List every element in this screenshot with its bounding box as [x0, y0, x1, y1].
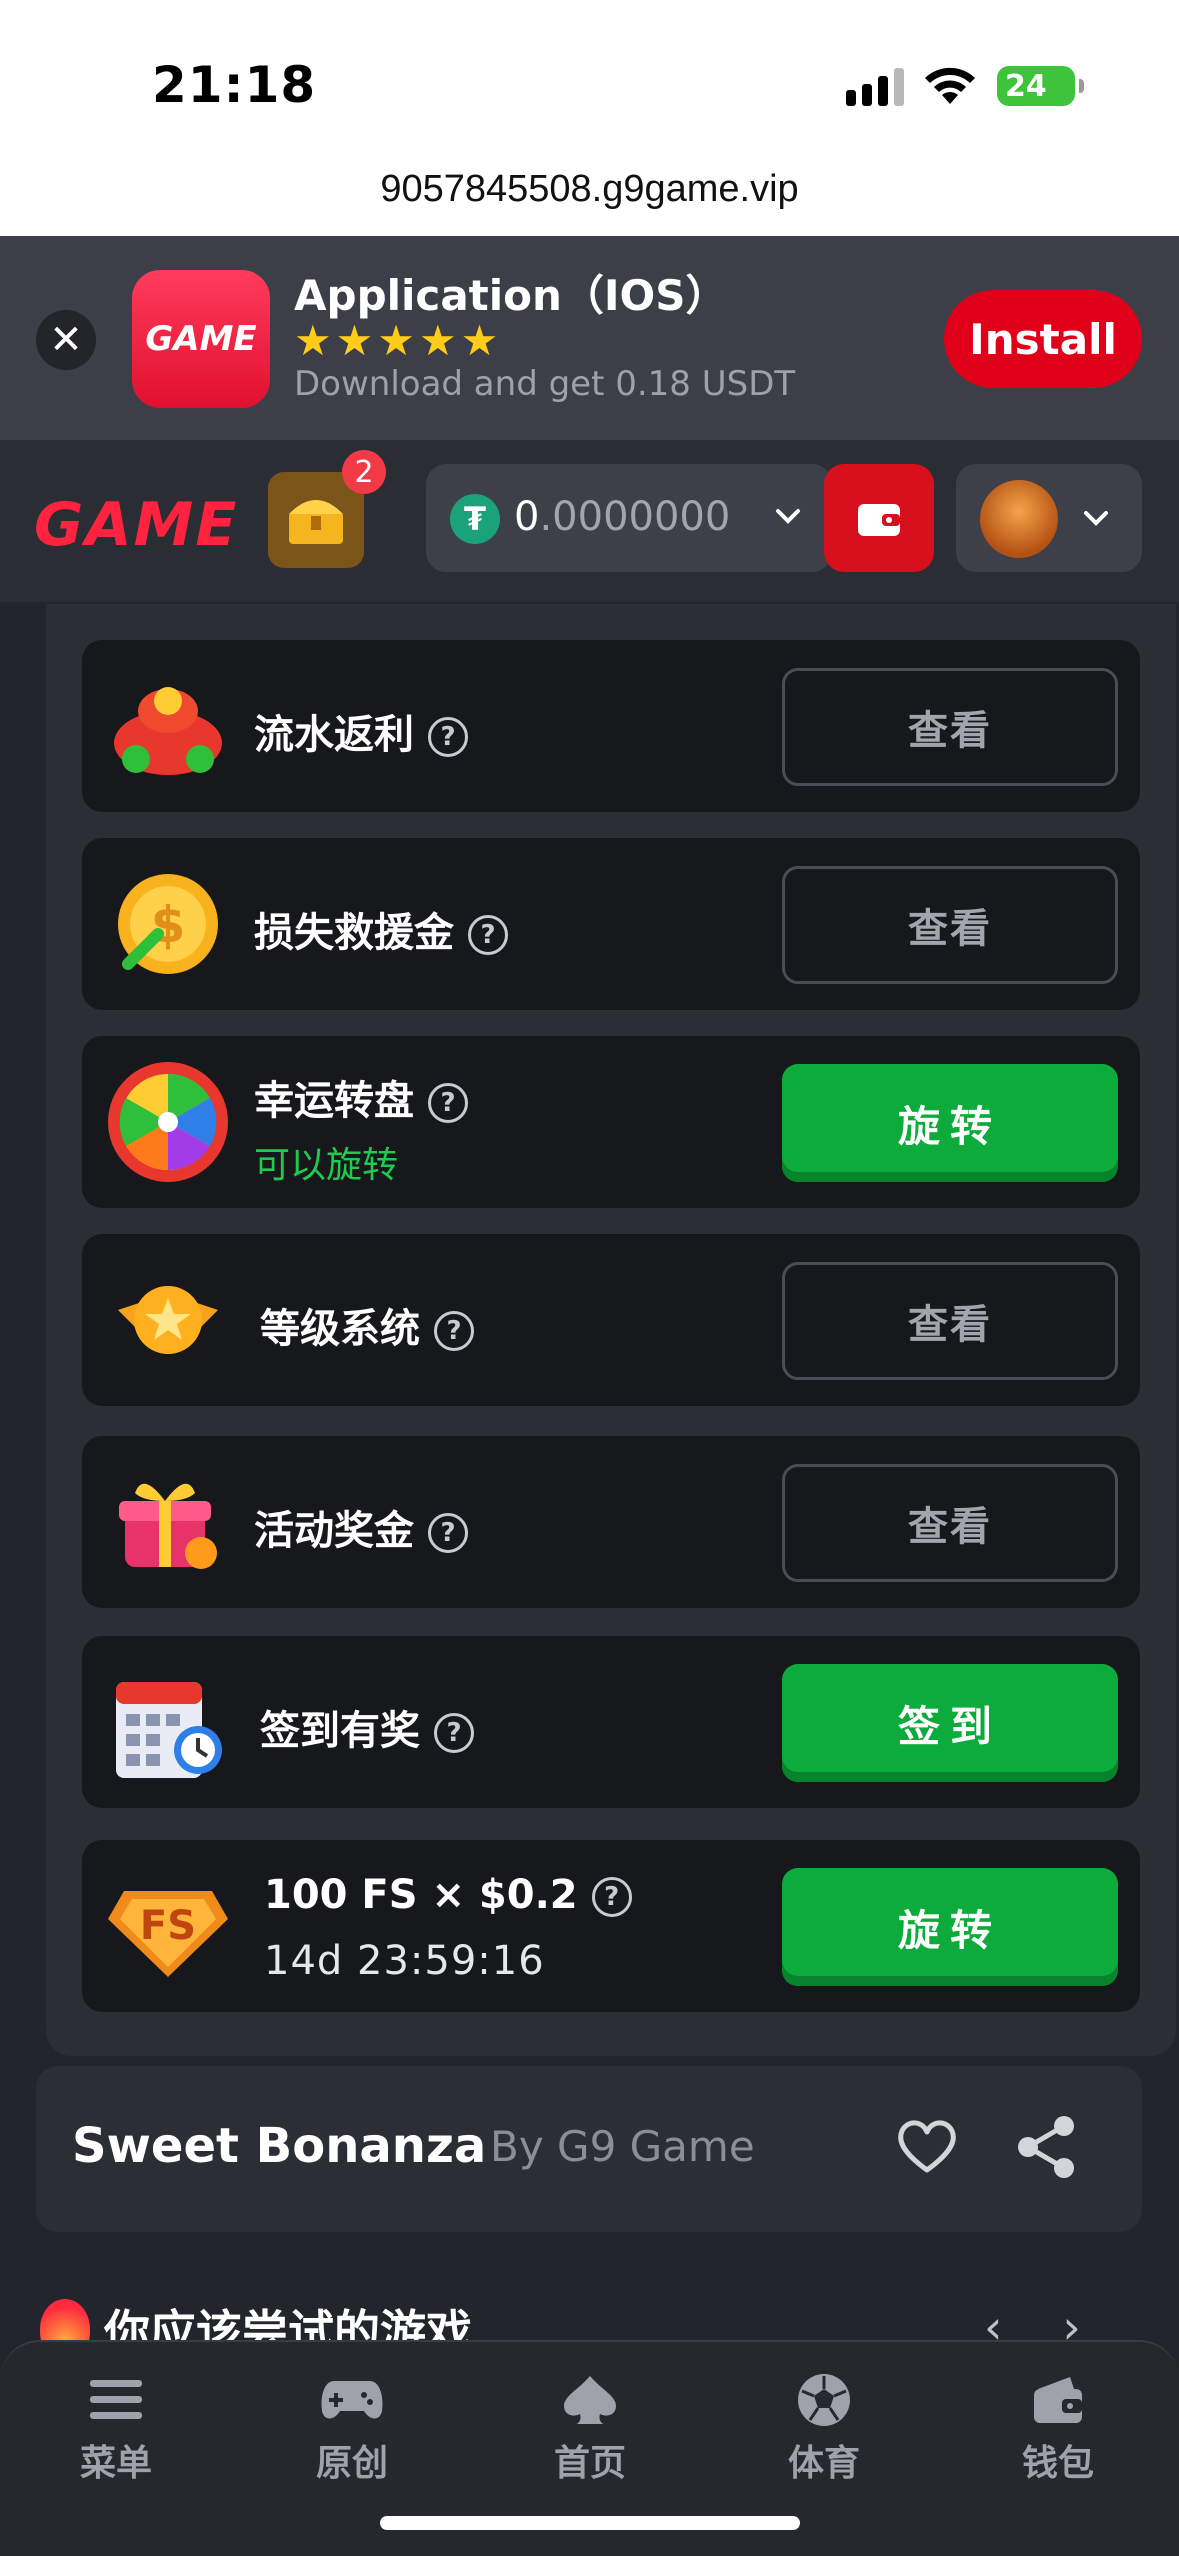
- rebate-row: 流水返利? 查看: [82, 640, 1140, 812]
- nav-item-wallet[interactable]: 钱包: [978, 2370, 1138, 2486]
- nav-label: 钱包: [1021, 2443, 1094, 2484]
- spin-wheel-button[interactable]: 旋转: [782, 1064, 1118, 1182]
- treasure-chest-icon: [289, 500, 343, 544]
- row-label: 幸运转盘: [254, 1078, 414, 1124]
- nav-item-home[interactable]: 首页: [510, 2370, 670, 2486]
- lucky-wheel-row: 幸运转盘? 可以旋转 旋转: [82, 1036, 1140, 1208]
- row-label: 活动奖金: [254, 1508, 414, 1554]
- level-system-row: 等级系统? 查看: [82, 1234, 1140, 1406]
- help-icon[interactable]: ?: [428, 717, 468, 757]
- site-header: GAME 2 ₮ 0.0000000: [0, 440, 1179, 602]
- app-title: Application（IOS）: [294, 271, 728, 320]
- spade-icon: [564, 2376, 616, 2424]
- row-label: 签到有奖: [260, 1708, 420, 1754]
- wallet-icon: [858, 504, 900, 536]
- help-icon[interactable]: ?: [428, 1083, 468, 1123]
- heart-icon[interactable]: [894, 2116, 960, 2176]
- help-icon[interactable]: ?: [428, 1513, 468, 1553]
- menu-icon: [90, 2380, 142, 2419]
- cellular-signal-icon: [846, 66, 904, 106]
- game-provider: By G9 Game: [490, 2122, 755, 2171]
- balance-integer: 0: [514, 494, 540, 540]
- row-label: 损失救援金: [254, 910, 454, 956]
- chevron-down-icon: [1084, 511, 1108, 526]
- view-rebate-button[interactable]: 查看: [782, 668, 1118, 786]
- avatar: [980, 480, 1058, 558]
- wallet-icon: [1034, 2377, 1082, 2423]
- close-icon: ✕: [49, 317, 83, 363]
- view-event-bonus-button[interactable]: 查看: [782, 1464, 1118, 1582]
- view-loss-rescue-button[interactable]: 查看: [782, 866, 1118, 984]
- view-level-system-button[interactable]: 查看: [782, 1262, 1118, 1380]
- status-time: 21:18: [152, 56, 317, 114]
- wifi-icon: [925, 67, 975, 104]
- svg-text:$: $: [151, 896, 186, 954]
- check-in-button[interactable]: 签到: [782, 1664, 1118, 1782]
- balance-amount: 0.0000000: [514, 494, 730, 540]
- free-spins-badge-icon: FS: [104, 1862, 232, 1990]
- check-in-row: 签到有奖? 签到: [82, 1636, 1140, 1808]
- help-icon[interactable]: ?: [591, 1877, 632, 1917]
- profile-selector[interactable]: [956, 464, 1142, 572]
- money-bag-icon: [104, 662, 232, 790]
- free-spins-row: FS 100 FS × $0.2? 14d 23:59:16 旋转: [82, 1840, 1140, 2012]
- fs-badge-text: FS: [140, 1903, 196, 1949]
- status-bar: 21:18 24 9057845508.g9game.vip: [0, 0, 1179, 236]
- app-subtitle: Download and get 0.18 USDT: [294, 364, 796, 404]
- countdown-timer: 14d 23:59:16: [264, 1938, 545, 1984]
- balance-selector[interactable]: ₮ 0.0000000: [426, 464, 832, 572]
- close-banner-button[interactable]: ✕: [36, 310, 96, 370]
- gamepad-icon: [321, 2381, 383, 2419]
- nav-item-menu[interactable]: 菜单: [36, 2370, 196, 2486]
- url-text[interactable]: 9057845508.g9game.vip: [0, 168, 1179, 211]
- notification-badge: 2: [342, 450, 386, 494]
- nav-label: 原创: [315, 2443, 388, 2484]
- share-icon[interactable]: [1016, 2114, 1078, 2180]
- row-label: 等级系统: [260, 1306, 420, 1352]
- help-icon[interactable]: ?: [434, 1311, 474, 1351]
- wallet-button[interactable]: [824, 464, 934, 572]
- free-spins-button[interactable]: 旋转: [782, 1868, 1118, 1986]
- battery-icon: 24: [997, 66, 1084, 106]
- gift-box-icon: [104, 1458, 232, 1586]
- spin-available-text: 可以旋转: [254, 1145, 399, 1186]
- install-button[interactable]: Install: [944, 290, 1142, 388]
- help-icon[interactable]: ?: [468, 915, 508, 955]
- nav-item-sports[interactable]: 体育: [744, 2370, 904, 2486]
- nav-label: 体育: [787, 2443, 860, 2484]
- coin-icon: $: [104, 860, 232, 988]
- calendar-clock-icon: [104, 1658, 232, 1786]
- battery-level: 24: [1005, 68, 1047, 104]
- nav-item-originals[interactable]: 原创: [272, 2370, 432, 2486]
- help-icon[interactable]: ?: [434, 1713, 474, 1753]
- star-badge-icon: [104, 1256, 232, 1384]
- balance-fraction: .0000000: [539, 494, 731, 540]
- nav-label: 菜单: [79, 2443, 152, 2484]
- nav-label: 首页: [553, 2443, 626, 2484]
- home-indicator: [380, 2516, 800, 2530]
- row-label: 100 FS × $0.2: [264, 1872, 578, 1918]
- loss-rescue-row: $ 损失救援金? 查看: [82, 838, 1140, 1010]
- usdt-icon: ₮: [450, 494, 500, 544]
- game-title: Sweet Bonanza: [72, 2118, 487, 2174]
- prize-wheel-icon: [104, 1058, 232, 1186]
- event-bonus-row: 活动奖金? 查看: [82, 1436, 1140, 1608]
- install-banner: ✕ GAME Application（IOS） ★★★★★ Download a…: [0, 236, 1179, 440]
- game-info-card: Sweet Bonanza By G9 Game: [36, 2066, 1142, 2232]
- site-logo[interactable]: GAME: [34, 490, 238, 560]
- rating-stars-icon: ★★★★★: [294, 316, 503, 365]
- app-icon: GAME: [132, 270, 270, 408]
- chevron-down-icon: [776, 509, 800, 524]
- soccer-ball-icon: [798, 2374, 850, 2426]
- row-label: 流水返利: [254, 712, 414, 758]
